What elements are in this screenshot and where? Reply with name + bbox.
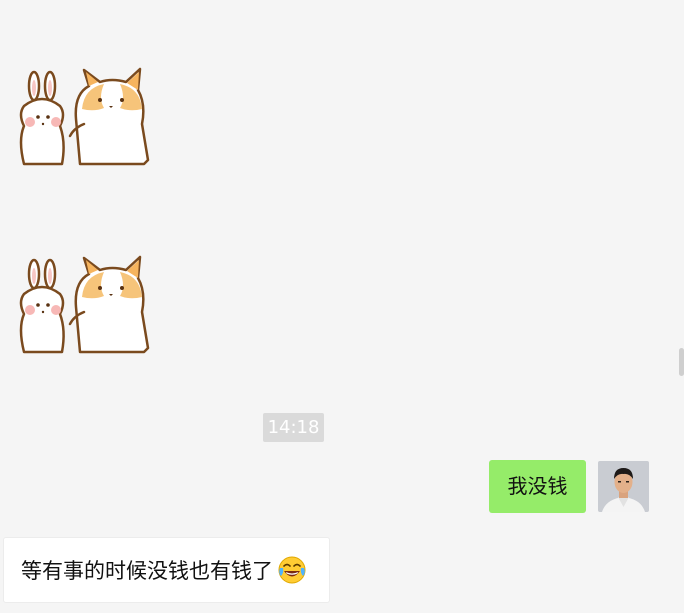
bunny-and-corgi-sticker-icon: [19, 255, 150, 354]
tears-of-joy-emoji-icon: [277, 555, 307, 585]
user-avatar-icon: [598, 461, 649, 512]
scrollbar-handle[interactable]: [679, 348, 684, 376]
outgoing-message-bubble[interactable]: 我没钱: [489, 460, 586, 513]
message-text: 等有事的时候没钱也有钱了: [21, 559, 273, 583]
sticker-message[interactable]: [14, 64, 154, 169]
message-timestamp: 14:18: [263, 413, 324, 442]
incoming-message-bubble[interactable]: 等有事的时候没钱也有钱了: [3, 537, 330, 603]
avatar[interactable]: [598, 461, 649, 512]
bunny-and-corgi-sticker-icon: [19, 67, 150, 166]
sticker-message[interactable]: [14, 252, 154, 357]
